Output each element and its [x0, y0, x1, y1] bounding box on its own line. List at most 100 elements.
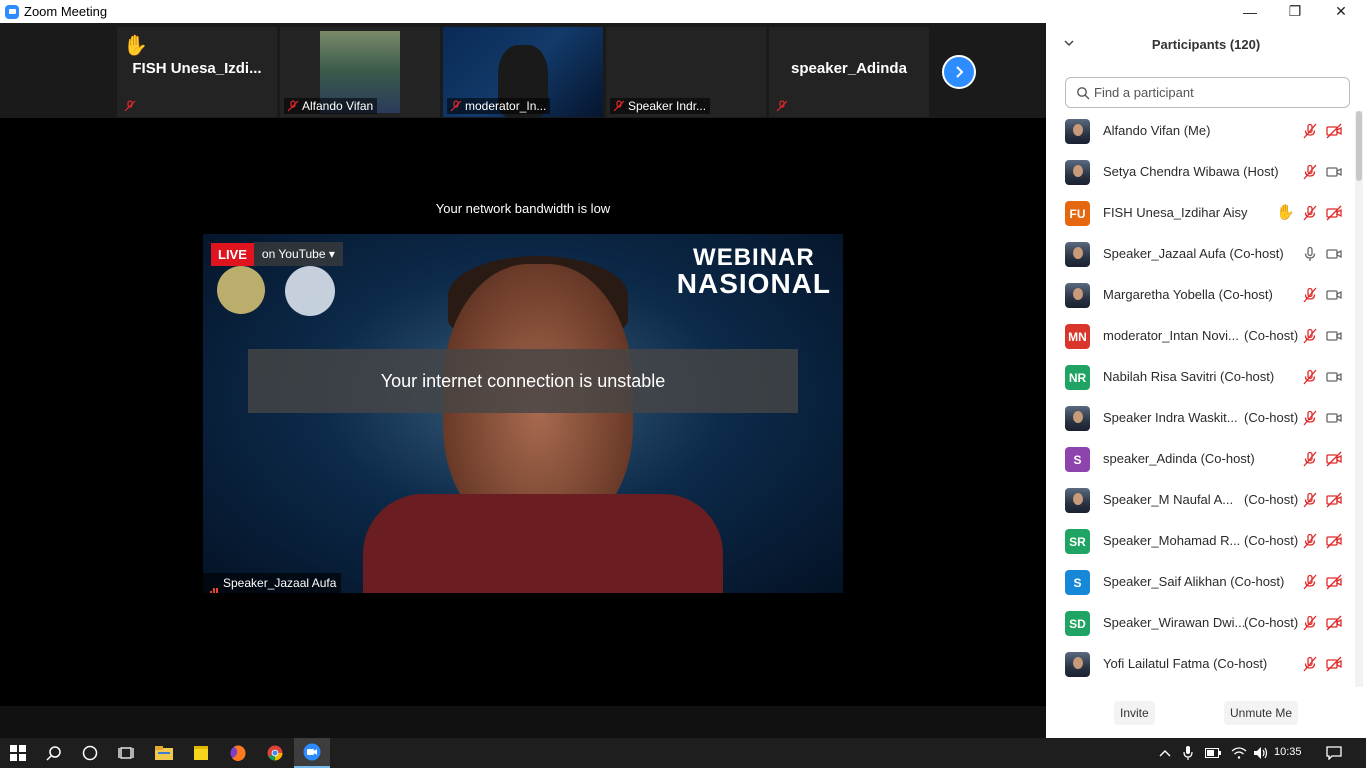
- video-strip: ✋ FISH Unesa_Izdi... Alfando Vifan moder…: [0, 23, 1046, 118]
- scrollbar[interactable]: [1355, 111, 1363, 687]
- participant-search[interactable]: [1065, 77, 1350, 108]
- next-page-button[interactable]: [942, 55, 976, 89]
- video-camera-icon[interactable]: [1326, 246, 1342, 262]
- muted-mic-icon[interactable]: [1302, 369, 1318, 385]
- raised-hand-icon: ✋: [123, 35, 148, 57]
- participant-row[interactable]: Margaretha Yobella (Co-host): [1046, 275, 1356, 316]
- participant-name: Speaker_Jazaal Aufa (Co-host): [1103, 246, 1284, 261]
- video-off-icon[interactable]: [1326, 574, 1342, 590]
- window-title: Zoom Meeting: [24, 4, 108, 19]
- participant-row[interactable]: Speaker_Jazaal Aufa (Co-host): [1046, 234, 1356, 275]
- muted-mic-icon[interactable]: [1302, 656, 1318, 672]
- sticky-notes-icon[interactable]: [183, 738, 219, 768]
- avatar-photo: [1065, 242, 1090, 267]
- video-tile[interactable]: Speaker Indr...: [606, 27, 766, 117]
- logo-seal: [285, 266, 335, 316]
- participant-role: (Co-host): [1244, 328, 1299, 343]
- video-off-icon[interactable]: [1326, 615, 1342, 631]
- muted-mic-icon[interactable]: [1302, 205, 1318, 221]
- active-speaker-video[interactable]: LIVE on YouTube ▾ WEBINAR NASIONAL Your …: [203, 234, 843, 593]
- taskbar-search-icon[interactable]: [36, 738, 72, 768]
- task-view-icon[interactable]: [108, 738, 144, 768]
- volume-icon[interactable]: [1248, 738, 1274, 768]
- windows-start-icon[interactable]: [0, 738, 36, 768]
- raised-hand-icon: ✋: [1276, 204, 1295, 221]
- restore-icon[interactable]: ❐: [1272, 0, 1318, 23]
- video-off-icon[interactable]: [1326, 123, 1342, 139]
- participant-row[interactable]: FU FISH Unesa_Izdihar Aisy ✋: [1046, 193, 1356, 234]
- video-off-icon[interactable]: [1326, 533, 1342, 549]
- video-tile[interactable]: Alfando Vifan: [280, 27, 440, 117]
- video-camera-icon[interactable]: [1326, 369, 1342, 385]
- participant-role: (Co-host): [1244, 533, 1299, 548]
- muted-mic-icon[interactable]: [1302, 410, 1318, 426]
- participant-role: (Co-host): [1244, 410, 1299, 425]
- live-indicator[interactable]: LIVE on YouTube ▾: [211, 242, 343, 266]
- participant-row[interactable]: Speaker_M Naufal A... (Co-host): [1046, 480, 1356, 521]
- speaker-name-label: Speaker_Jazaal Aufa: [203, 573, 342, 593]
- speaker-shirt: [363, 494, 723, 593]
- participant-row[interactable]: S Speaker_Saif Alikhan (Co-host): [1046, 562, 1356, 603]
- participant-name: Speaker_Wirawan Dwi...: [1103, 615, 1246, 630]
- muted-mic-icon[interactable]: [1302, 533, 1318, 549]
- participant-row[interactable]: SD Speaker_Wirawan Dwi... (Co-host): [1046, 603, 1356, 644]
- muted-mic-icon[interactable]: [1302, 123, 1318, 139]
- close-icon[interactable]: ✕: [1318, 0, 1364, 23]
- avatar-initials: MN: [1065, 324, 1090, 349]
- muted-mic-icon[interactable]: [1302, 492, 1318, 508]
- participant-name: Margaretha Yobella (Co-host): [1103, 287, 1273, 302]
- participant-row[interactable]: NR Nabilah Risa Savitri (Co-host): [1046, 357, 1356, 398]
- zoom-app-icon[interactable]: [294, 738, 330, 768]
- muted-mic-icon[interactable]: [1302, 164, 1318, 180]
- mic-icon[interactable]: [1302, 246, 1318, 262]
- video-camera-icon[interactable]: [1326, 287, 1342, 303]
- file-explorer-icon[interactable]: [146, 738, 182, 768]
- participant-row[interactable]: SR Speaker_Mohamad R... (Co-host): [1046, 521, 1356, 562]
- video-tile[interactable]: ✋ FISH Unesa_Izdi...: [117, 27, 277, 117]
- muted-mic-icon[interactable]: [1302, 574, 1318, 590]
- microphone-tray-icon[interactable]: [1175, 738, 1201, 768]
- taskbar-clock[interactable]: 10:35: [1274, 746, 1302, 758]
- video-camera-icon[interactable]: [1326, 164, 1342, 180]
- title-bar: Zoom Meeting — ❐ ✕: [0, 0, 1366, 23]
- avatar-initials: NR: [1065, 365, 1090, 390]
- video-camera-icon[interactable]: [1326, 328, 1342, 344]
- muted-mic-icon[interactable]: [1302, 615, 1318, 631]
- participant-row[interactable]: Yofi Lailatul Fatma (Co-host): [1046, 644, 1356, 685]
- video-off-icon[interactable]: [1326, 492, 1342, 508]
- avatar-photo: [1065, 652, 1090, 677]
- logo-seal: [217, 266, 265, 314]
- participant-row[interactable]: Speaker Indra Waskit... (Co-host): [1046, 398, 1356, 439]
- video-off-icon[interactable]: [1326, 656, 1342, 672]
- video-off-icon[interactable]: [1326, 205, 1342, 221]
- video-off-icon[interactable]: [1326, 451, 1342, 467]
- participant-name: Setya Chendra Wibawa (Host): [1103, 164, 1279, 179]
- muted-mic-icon: [776, 100, 788, 112]
- participant-row[interactable]: Setya Chendra Wibawa (Host): [1046, 152, 1356, 193]
- scrollbar-thumb[interactable]: [1356, 111, 1362, 181]
- muted-mic-icon[interactable]: [1302, 451, 1318, 467]
- battery-icon[interactable]: [1200, 738, 1226, 768]
- chrome-icon[interactable]: [257, 738, 293, 768]
- participant-row[interactable]: Alfando Vifan (Me): [1046, 111, 1356, 152]
- action-center-icon[interactable]: [1318, 738, 1350, 768]
- tile-label: [773, 98, 789, 114]
- muted-mic-icon[interactable]: [1302, 287, 1318, 303]
- video-camera-icon[interactable]: [1326, 410, 1342, 426]
- live-platform[interactable]: on YouTube ▾: [253, 242, 343, 266]
- video-tile[interactable]: speaker_Adinda: [769, 27, 929, 117]
- participant-row[interactable]: MN moderator_Intan Novi... (Co-host): [1046, 316, 1356, 357]
- meeting-toolbar: [0, 706, 1046, 738]
- participant-role: (Co-host): [1244, 615, 1299, 630]
- bandwidth-notice: Your network bandwidth is low: [435, 201, 611, 216]
- invite-button[interactable]: Invite: [1114, 701, 1155, 725]
- search-input[interactable]: [1094, 85, 1334, 100]
- unmute-me-button[interactable]: Unmute Me: [1224, 701, 1299, 725]
- minimize-icon[interactable]: —: [1227, 0, 1273, 23]
- muted-mic-icon[interactable]: [1302, 328, 1318, 344]
- firefox-icon[interactable]: [220, 738, 256, 768]
- participant-name: speaker_Adinda (Co-host): [1103, 451, 1255, 466]
- cortana-icon[interactable]: [72, 738, 108, 768]
- video-tile[interactable]: moderator_In...: [443, 27, 603, 117]
- participant-row[interactable]: Sspeaker_Adinda (Co-host): [1046, 439, 1356, 480]
